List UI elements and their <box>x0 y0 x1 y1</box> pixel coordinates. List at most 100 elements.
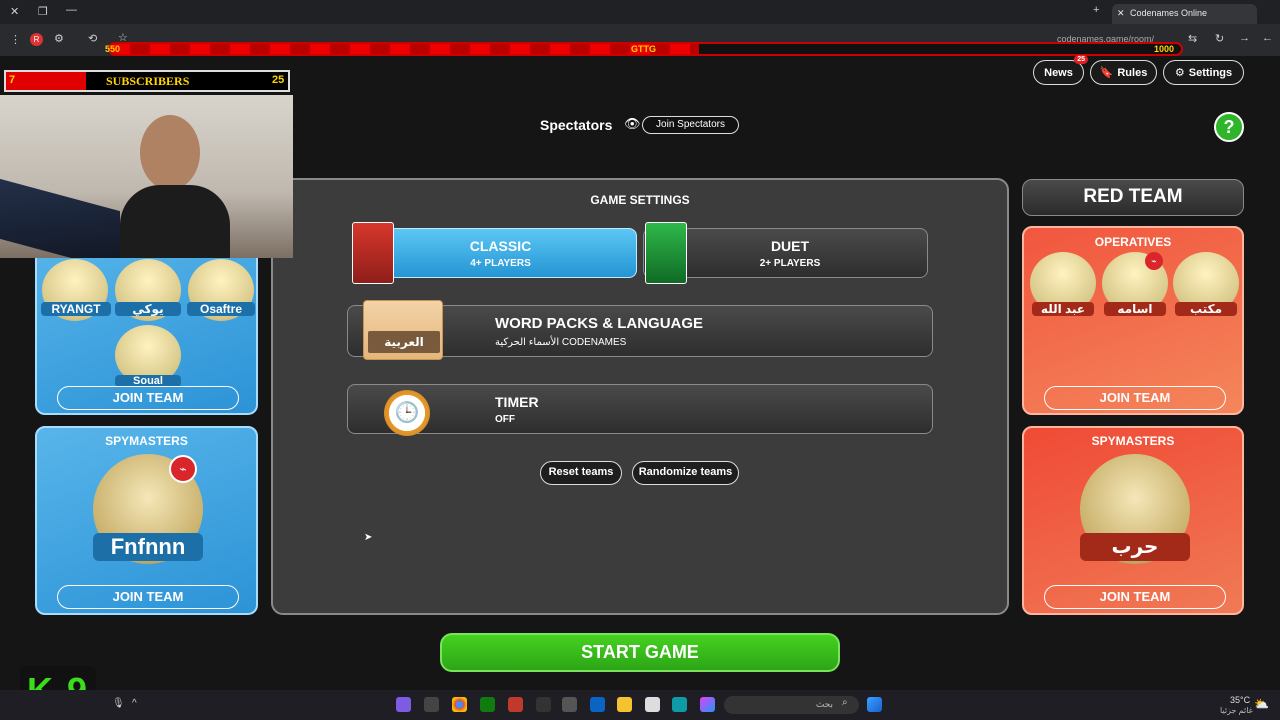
goal-target: 1000 <box>1154 44 1175 54</box>
red-spymasters-join-button[interactable]: JOIN TEAM <box>1044 585 1226 609</box>
extensions-icon[interactable]: ⚙ <box>54 32 64 45</box>
search-icon: ⌕ <box>842 697 848 708</box>
timer-value: OFF <box>495 414 515 425</box>
player-name: RYANGT <box>41 302 111 316</box>
blue-spymasters-join-button[interactable]: JOIN TEAM <box>57 585 239 609</box>
red-spymasters-title: SPYMASTERS <box>1091 434 1175 448</box>
stopwatch-icon: 🕒 <box>384 390 430 436</box>
app-icon[interactable] <box>396 697 411 712</box>
app-icon[interactable] <box>536 697 551 712</box>
copilot-icon[interactable] <box>700 697 715 712</box>
back-icon[interactable]: ← <box>1262 32 1273 44</box>
disconnected-wifi-icon: ⌁ <box>1145 252 1163 270</box>
word-packs-title: WORD PACKS & LANGUAGE <box>495 315 704 332</box>
reload-icon[interactable]: ↻ <box>1215 32 1224 45</box>
tab-close-icon[interactable]: ✕ <box>1117 8 1125 19</box>
news-button[interactable]: News 25 <box>1033 55 1088 85</box>
eye-icon: 👁 <box>624 116 641 131</box>
classic-mode-option[interactable]: CLASSIC 4+ PLAYERS <box>352 228 637 278</box>
spymaster-name: حرب <box>1080 533 1190 561</box>
goal-current: 550 <box>105 44 121 54</box>
weather-description: غائم جزئيا <box>1220 706 1253 715</box>
close-window-icon[interactable]: ✕ <box>10 5 19 18</box>
gear-icon: ⚙ <box>1174 67 1185 79</box>
folder-icon[interactable] <box>617 697 632 712</box>
weather-temp[interactable]: 35°C <box>1230 695 1250 705</box>
duet-box-image <box>645 222 687 284</box>
settings-label: Settings <box>1188 66 1233 79</box>
language-box-image: العربية <box>363 300 443 360</box>
minimize-window-icon[interactable]: — <box>66 4 77 16</box>
red-operatives-title: OPERATIVES <box>1094 235 1172 249</box>
blue-operatives-card: RYANGT يوكي Osaftre Soual JOIN TEAM <box>35 235 258 415</box>
edge-icon[interactable] <box>672 697 687 712</box>
player-name: اسامه <box>1104 302 1166 316</box>
red-spymasters-card: SPYMASTERS حرب JOIN TEAM <box>1022 426 1244 615</box>
rules-button[interactable]: 🔖 Rules <box>1090 60 1157 85</box>
goal-label: GTTG <box>631 44 656 54</box>
cast-icon[interactable]: ⇆ <box>1188 32 1197 45</box>
stream-goal-fill <box>110 44 700 54</box>
blue-spymasters-card: SPYMASTERS ⌁ Fnfnnn JOIN TEAM <box>35 426 258 615</box>
app-icon[interactable] <box>562 697 577 712</box>
subscribers-counter: 7 SUBSCRIBERS 25 <box>4 70 290 92</box>
rules-label: Rules <box>1117 66 1148 79</box>
player-name: يوكي <box>115 302 181 316</box>
streamer-shirt <box>120 185 230 258</box>
red-operatives-card: OPERATIVES ⌁ عبد الله اسامه مكتب JOIN TE… <box>1022 226 1244 415</box>
mail-icon[interactable] <box>590 697 605 712</box>
xbox-icon[interactable] <box>480 697 495 712</box>
browser-title-bar: ✕ ❐ — + ✕ Codenames Online <box>0 0 1280 24</box>
app-icon[interactable] <box>645 697 660 712</box>
keyboard-image <box>0 178 120 258</box>
player-name: عبد الله <box>1032 302 1094 316</box>
taskbar-search-input[interactable]: بحث <box>724 696 859 714</box>
game-settings-title: GAME SETTINGS <box>590 193 690 207</box>
duet-label: DUET <box>770 238 810 254</box>
streamer-face <box>140 115 200 190</box>
restore-window-icon[interactable]: ❐ <box>38 5 48 18</box>
chevron-up-icon[interactable]: ^ <box>132 698 137 709</box>
classic-box-image <box>352 222 394 284</box>
webcam-overlay <box>0 95 293 258</box>
app-icon[interactable] <box>508 697 523 712</box>
chrome-icon[interactable] <box>452 697 467 712</box>
app-icon[interactable] <box>424 697 439 712</box>
timer-title: TIMER <box>495 394 539 410</box>
windows-start-icon[interactable] <box>867 697 882 712</box>
blue-spymasters-title: SPYMASTERS <box>105 434 188 448</box>
timer-option[interactable]: TIMER OFF <box>347 384 933 434</box>
duet-subtitle: 2+ PLAYERS <box>759 258 821 269</box>
red-operatives-join-button[interactable]: JOIN TEAM <box>1044 386 1226 410</box>
weather-icon: ⛅ <box>1254 697 1269 711</box>
blue-operatives-join-button[interactable]: JOIN TEAM <box>57 386 239 410</box>
bookmark-icon: 🔖 <box>1099 67 1114 79</box>
windows-taskbar <box>0 690 1280 720</box>
subscribers-count: 7 <box>9 74 16 86</box>
join-spectators-button[interactable]: Join Spectators <box>642 116 739 134</box>
mouse-cursor: ➤ <box>364 532 373 543</box>
history-icon[interactable]: ⟲ <box>88 32 97 45</box>
disconnected-wifi-icon: ⌁ <box>169 455 197 483</box>
news-badge: 25 <box>1074 55 1088 64</box>
microphone-icon[interactable]: 🎙 <box>112 698 125 709</box>
start-game-button[interactable]: START GAME <box>440 633 840 672</box>
help-button[interactable]: ? <box>1214 112 1244 142</box>
word-packs-subtitle: الأسماء الحركية CODENAMES <box>495 337 627 348</box>
settings-button[interactable]: ⚙ Settings <box>1163 60 1244 85</box>
randomize-teams-button[interactable]: Randomize teams <box>632 461 739 485</box>
player-name: مكتب <box>1175 302 1237 316</box>
profile-icon[interactable]: R <box>30 33 43 46</box>
menu-icon[interactable]: ⋮ <box>10 33 21 46</box>
reset-teams-button[interactable]: Reset teams <box>540 461 622 485</box>
subscribers-goal: 25 <box>272 74 285 86</box>
subscribers-progress <box>6 72 86 90</box>
language-box-label: العربية <box>368 331 440 353</box>
classic-label: CLASSIC <box>469 238 532 254</box>
forward-icon[interactable]: → <box>1239 32 1250 44</box>
tab-title: Codenames Online <box>1130 8 1208 18</box>
browser-tab[interactable]: ✕ Codenames Online <box>1112 4 1257 24</box>
red-team-title: RED TEAM <box>1022 179 1244 216</box>
new-tab-icon[interactable]: + <box>1093 4 1099 16</box>
player-name: Osaftre <box>187 302 255 316</box>
